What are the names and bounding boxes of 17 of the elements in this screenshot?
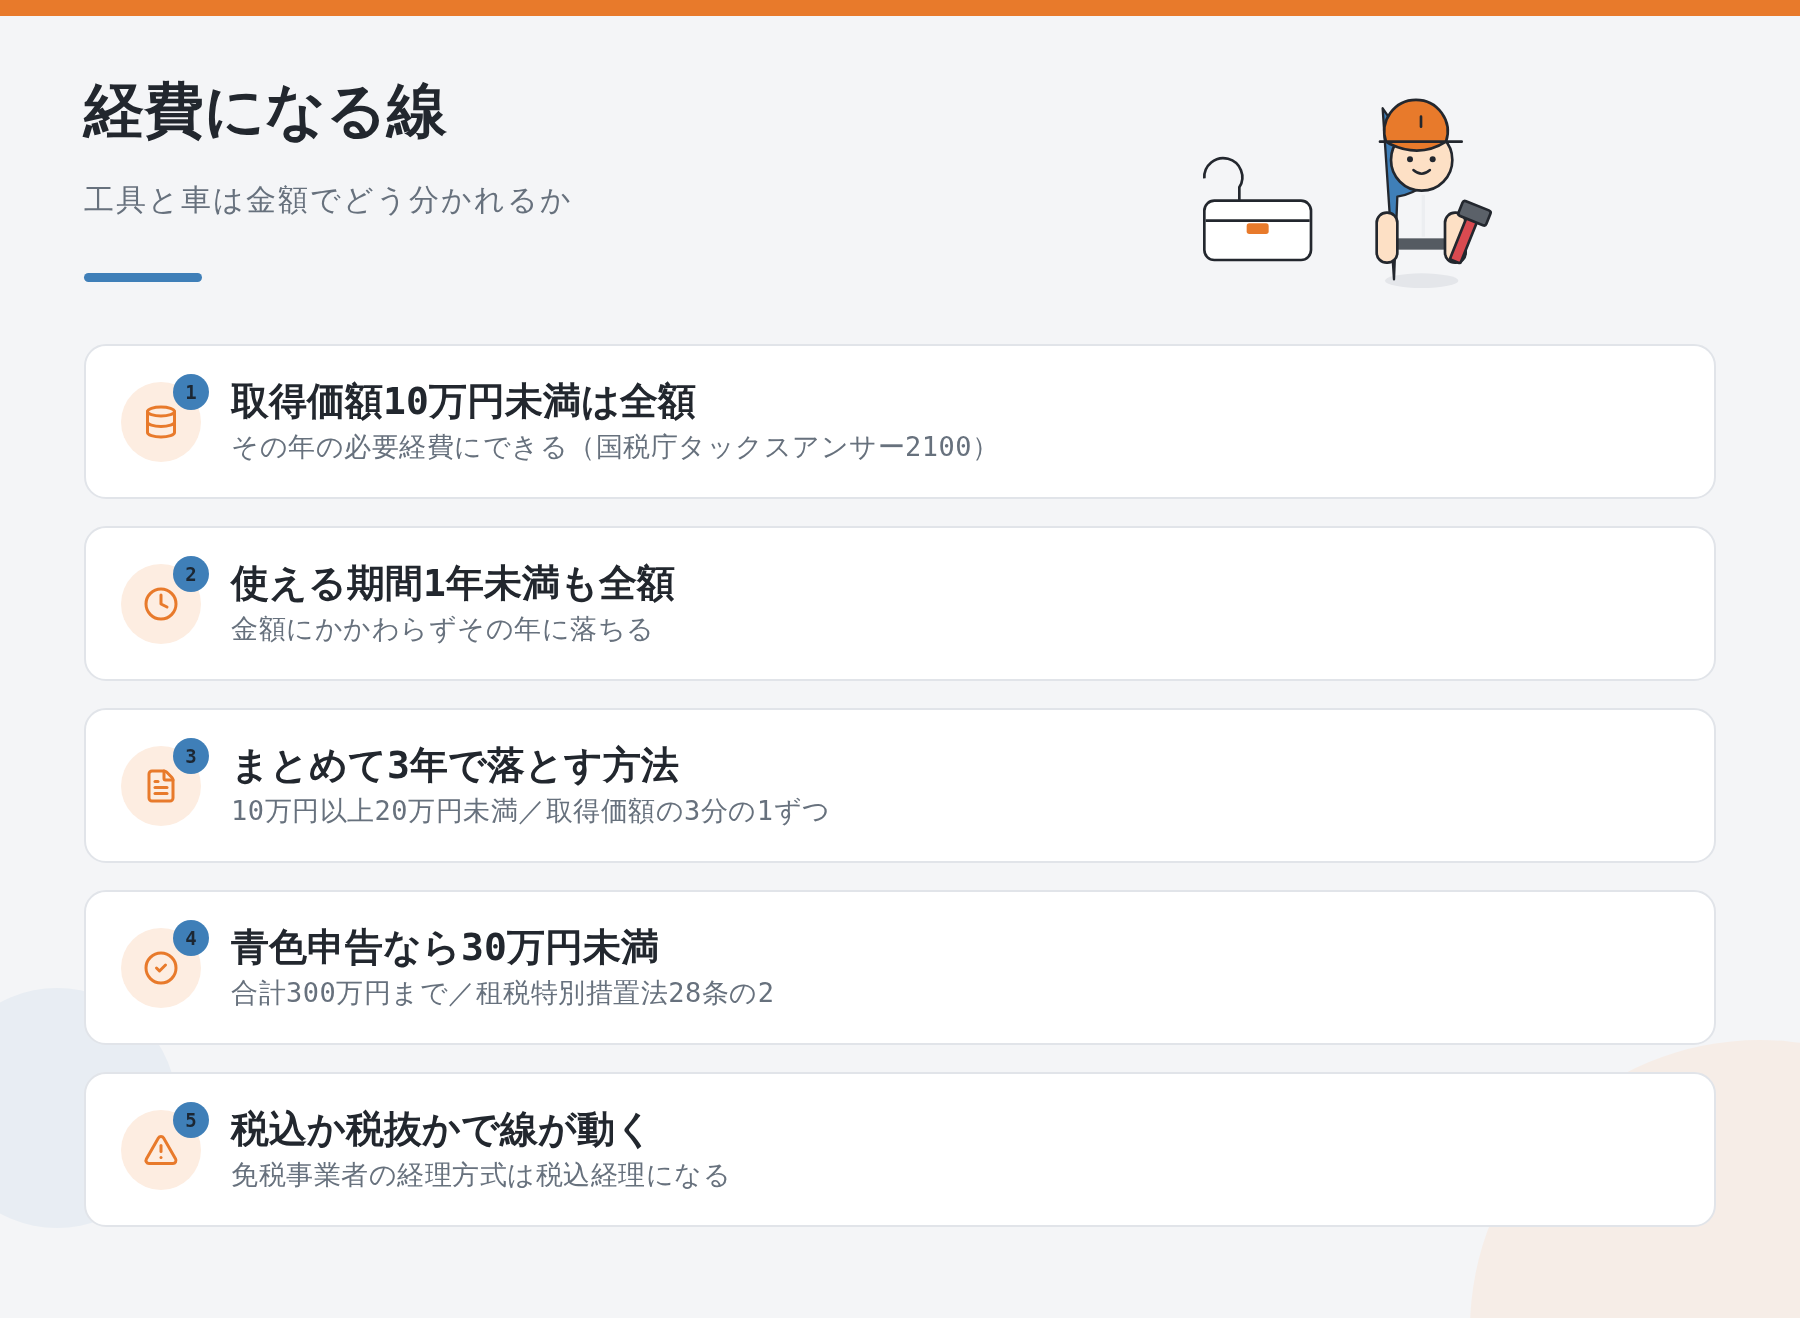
card-title: まとめて3年で落とす方法 [231,742,679,789]
card-description: 金額にかかわらずその年に落ちる [231,612,655,647]
card-description: 10万円以上20万円未満／取得価額の3分の1ずつ [231,794,831,829]
card-title: 青色申告なら30万円未満 [231,924,659,971]
card-description: 合計300万円まで／租税特別措置法28条の2 [231,976,775,1011]
card-description: 免税事業者の経理方式は税込経理になる [231,1158,731,1193]
number-badge: 5 [173,1101,209,1138]
number-badge: 1 [173,373,209,410]
card-title: 取得価額10万円未満は全額 [231,378,696,425]
number-badge: 3 [173,737,209,774]
number-badge: 4 [173,919,209,956]
card-title: 税込か税抜かで線が動く [231,1106,654,1153]
page-title: 経費になる線 [84,74,447,146]
number-badge: 2 [173,555,209,592]
card-description: その年の必要経費にできる（国税庁タックスアンサー2100） [231,430,1000,465]
card-title: 使える期間1年未満も全額 [231,560,675,607]
page-subtitle: 工具と車は金額でどう分かれるか [84,181,573,219]
